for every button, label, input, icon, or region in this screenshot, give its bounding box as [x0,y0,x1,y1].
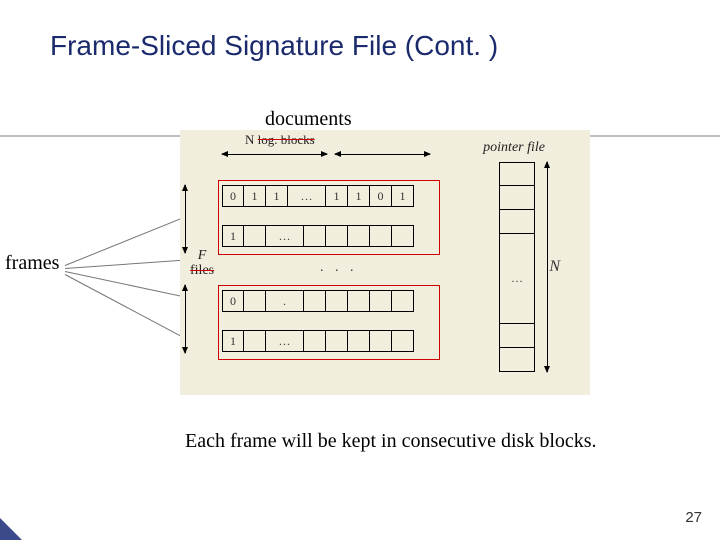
bit-cell [304,330,326,352]
slide: Frame-Sliced Signature File (Cont. ) doc… [0,0,720,540]
n-log-blocks-label: N log. blocks [245,132,315,148]
f-files-label: F files [190,248,214,279]
n-label: N [549,258,560,276]
f-letter: F [198,248,207,263]
bit-cell: 1 [244,185,266,207]
width-arrow-left [222,154,327,155]
slide-title: Frame-Sliced Signature File (Cont. ) [50,30,498,62]
frame-row-1: 0 1 1 … 1 1 0 1 [222,185,414,207]
pointer-cell [499,210,535,234]
bit-cell [326,290,348,312]
bit-cell-ellipsis: … [288,185,326,207]
bit-cell [244,225,266,247]
bit-cell [370,225,392,247]
width-arrow-right [335,154,430,155]
bit-cell [244,290,266,312]
bit-cell: 1 [222,330,244,352]
bit-cell [348,330,370,352]
bit-cell [244,330,266,352]
bit-cell: 1 [392,185,414,207]
files-strike: files [190,263,214,278]
caption-text: Each frame will be kept in consecutive d… [185,430,597,453]
pointer-cell-ellipsis: … [499,234,535,324]
frames-label: frames [5,252,59,275]
bit-cell: 1 [222,225,244,247]
pointer-cell [499,324,535,348]
bit-cell [370,330,392,352]
bit-cell-ellipsis: … [266,330,304,352]
bit-cell [326,225,348,247]
bit-cell-ellipsis: … [266,225,304,247]
bit-cell: 0 [222,290,244,312]
pointer-file-label: pointer file [483,140,545,156]
pointer-file-height-arrow [547,162,548,372]
bit-cell [326,330,348,352]
bit-cell: 0 [222,185,244,207]
bit-cell: 1 [326,185,348,207]
frame-row-3: 0 . [222,290,414,312]
bit-cell: 0 [370,185,392,207]
bit-cell: 1 [266,185,288,207]
diagram: N log. blocks F files 0 1 1 … 1 1 0 1 1 … [180,130,590,395]
n-log-strike: log. blocks [258,132,315,147]
frame-row-2: 1 … [222,225,414,247]
n-label-prefix: N [245,132,258,147]
page-number: 27 [685,509,702,526]
group-gap-dots: . . . [320,260,358,276]
documents-label: documents [265,108,352,131]
pointer-cell [499,186,535,210]
bit-cell [392,330,414,352]
bit-cell [348,290,370,312]
bit-cell: 1 [348,185,370,207]
bit-cell [304,225,326,247]
bit-cell [392,225,414,247]
frame-row-4: 1 … [222,330,414,352]
pointer-cell [499,348,535,372]
height-arrow-group2 [185,285,186,353]
corner-notch-icon [0,518,22,540]
bit-cell-ellipsis: . [266,290,304,312]
bit-cell [304,290,326,312]
height-arrow-group1 [185,185,186,253]
pointer-file: … [499,162,535,372]
pointer-cell [499,162,535,186]
bit-cell [348,225,370,247]
bit-cell [370,290,392,312]
bit-cell [392,290,414,312]
